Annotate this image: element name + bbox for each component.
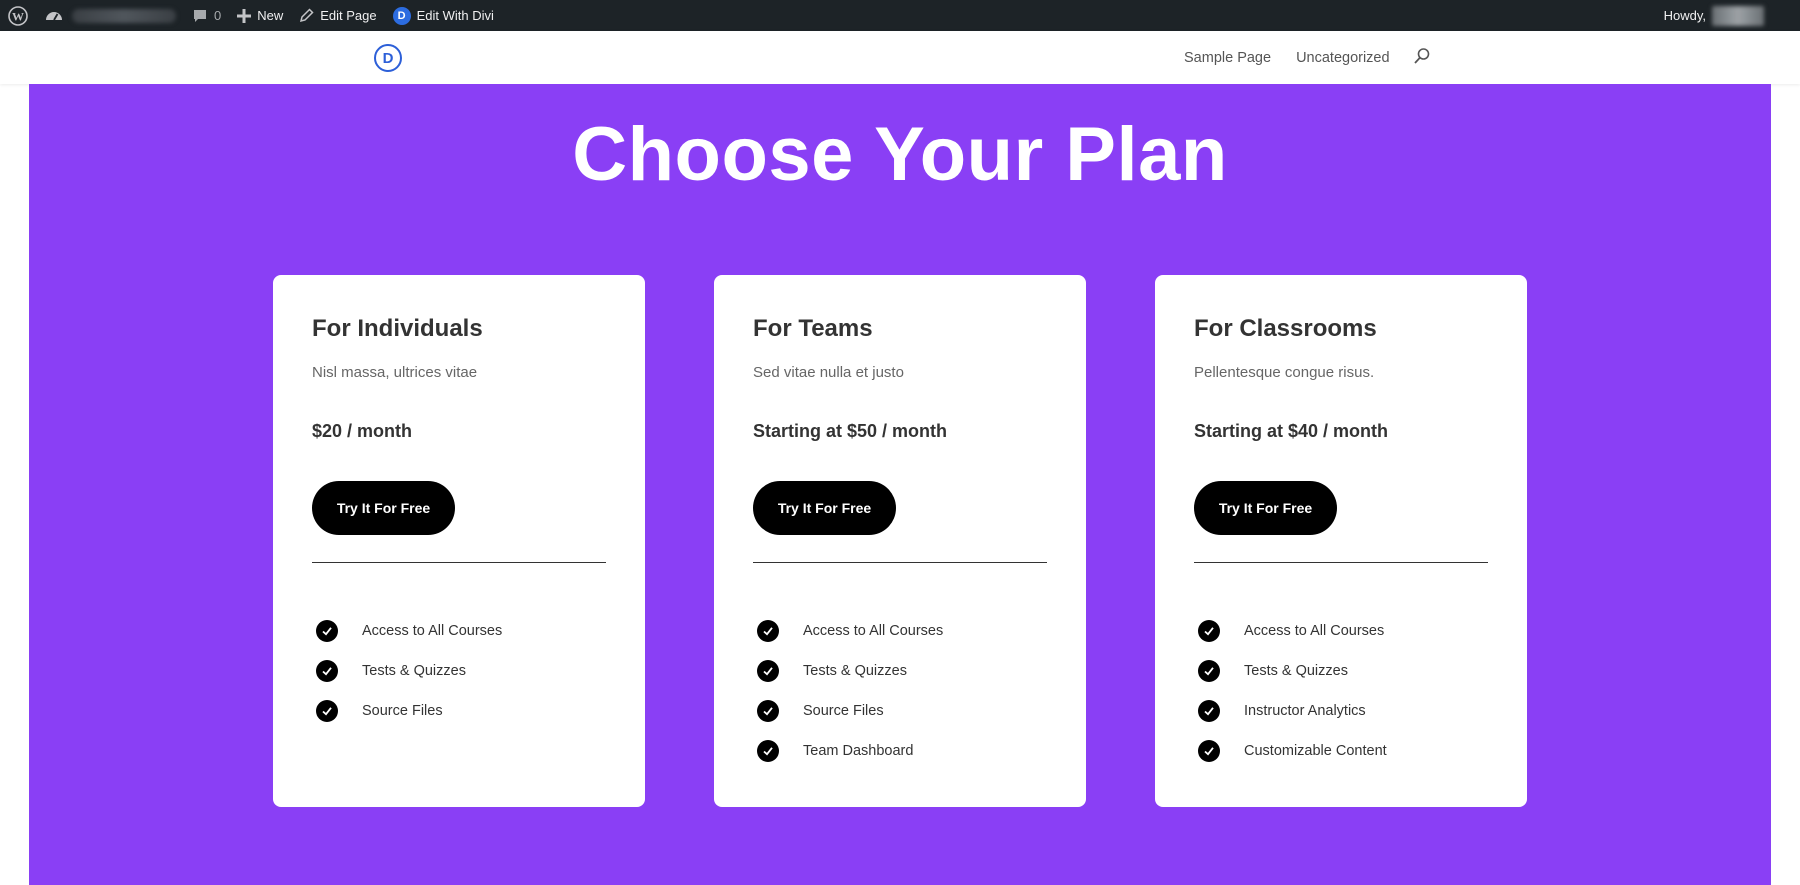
plan-price: Starting at $40 / month xyxy=(1194,420,1389,441)
username-redacted xyxy=(1712,5,1764,26)
feature-item: Source Files xyxy=(753,691,1047,731)
plan-card-individuals: For Individuals Nisl massa, ultrices vit… xyxy=(273,275,645,807)
pencil-icon xyxy=(300,8,314,23)
admin-bar: W 0 New Edit Page D Edit With Divi Howdy… xyxy=(0,0,1800,31)
svg-text:W: W xyxy=(12,9,24,23)
plan-price: $20 / month xyxy=(312,420,413,441)
feature-item: Access to All Courses xyxy=(1194,611,1488,651)
feature-item: Access to All Courses xyxy=(753,611,1047,651)
wordpress-icon: W xyxy=(8,5,28,26)
edit-page-label: Edit Page xyxy=(320,8,377,23)
check-icon xyxy=(757,659,779,682)
feature-label: Access to All Courses xyxy=(362,622,503,639)
check-icon xyxy=(757,619,779,642)
account-menu[interactable]: Howdy, xyxy=(1663,5,1800,26)
plan-price: Starting at $50 / month xyxy=(753,420,948,441)
feature-label: Customizable Content xyxy=(1244,742,1387,759)
divider xyxy=(1194,561,1488,563)
plan-subtitle: Pellentesque congue risus. xyxy=(1194,363,1375,381)
check-icon xyxy=(757,739,779,762)
new-content-button[interactable]: New xyxy=(229,0,291,31)
plus-icon xyxy=(237,8,252,23)
feature-label: Tests & Quizzes xyxy=(803,662,907,679)
divider xyxy=(753,561,1047,563)
dashboard-gauge-icon xyxy=(46,11,62,20)
comments-button[interactable]: 0 xyxy=(184,0,229,31)
feature-item: Tests & Quizzes xyxy=(1194,651,1488,691)
new-label: New xyxy=(257,8,284,23)
plan-subtitle: Nisl massa, ultrices vitae xyxy=(312,363,478,381)
site-logo[interactable]: D xyxy=(374,44,402,72)
feature-label: Team Dashboard xyxy=(803,742,914,759)
check-icon xyxy=(1198,739,1220,762)
check-icon xyxy=(316,699,338,722)
nav-link-sample-page[interactable]: Sample Page xyxy=(1184,50,1271,66)
check-icon xyxy=(757,699,779,722)
feature-label: Source Files xyxy=(362,702,443,719)
comment-bubble-icon xyxy=(194,9,206,22)
feature-item: Team Dashboard xyxy=(753,731,1047,771)
plan-title: For Teams xyxy=(753,315,873,342)
wordpress-logo-button[interactable]: W xyxy=(0,0,36,31)
pricing-section: Choose Your Plan For Individuals Nisl ma… xyxy=(29,84,1771,885)
feature-label: Tests & Quizzes xyxy=(1244,662,1348,679)
edit-page-button[interactable]: Edit Page xyxy=(291,0,384,31)
feature-label: Access to All Courses xyxy=(1244,622,1385,639)
try-free-button[interactable]: Try It For Free xyxy=(753,480,896,535)
feature-item: Tests & Quizzes xyxy=(312,651,606,691)
nav-link-uncategorized[interactable]: Uncategorized xyxy=(1296,50,1390,66)
site-name-redacted xyxy=(72,8,176,23)
plan-title: For Individuals xyxy=(312,315,483,342)
feature-item: Customizable Content xyxy=(1194,731,1488,771)
feature-list: Access to All Courses Tests & Quizzes So… xyxy=(312,611,606,731)
site-header: D Sample Page Uncategorized xyxy=(0,31,1800,84)
feature-label: Tests & Quizzes xyxy=(362,662,466,679)
divi-logo-icon: D xyxy=(392,6,411,25)
feature-item: Source Files xyxy=(312,691,606,731)
main-nav: Sample Page Uncategorized xyxy=(1184,31,1431,84)
check-icon xyxy=(1198,619,1220,642)
feature-label: Access to All Courses xyxy=(803,622,944,639)
feature-list: Access to All Courses Tests & Quizzes In… xyxy=(1194,611,1488,771)
page-title: Choose Your Plan xyxy=(572,112,1228,197)
edit-with-divi-label: Edit With Divi xyxy=(416,8,494,23)
check-icon xyxy=(1198,699,1220,722)
plan-card-teams: For Teams Sed vitae nulla et justo Start… xyxy=(714,275,1086,807)
plan-title: For Classrooms xyxy=(1194,315,1377,342)
plan-subtitle: Sed vitae nulla et justo xyxy=(753,363,904,381)
feature-label: Instructor Analytics xyxy=(1244,702,1366,719)
try-free-button[interactable]: Try It For Free xyxy=(1194,480,1337,535)
check-icon xyxy=(316,619,338,642)
feature-item: Tests & Quizzes xyxy=(753,651,1047,691)
feature-item: Instructor Analytics xyxy=(1194,691,1488,731)
feature-item: Access to All Courses xyxy=(312,611,606,651)
plan-card-classrooms: For Classrooms Pellentesque congue risus… xyxy=(1155,275,1527,807)
feature-label: Source Files xyxy=(803,702,884,719)
divider xyxy=(312,561,606,563)
edit-with-divi-button[interactable]: D Edit With Divi xyxy=(385,0,502,31)
check-icon xyxy=(1198,659,1220,682)
howdy-label: Howdy, xyxy=(1663,8,1706,23)
search-icon[interactable] xyxy=(1413,47,1431,69)
comment-count: 0 xyxy=(214,8,222,23)
feature-list: Access to All Courses Tests & Quizzes So… xyxy=(753,611,1047,771)
try-free-button[interactable]: Try It For Free xyxy=(312,480,455,535)
check-icon xyxy=(316,659,338,682)
site-name-menu[interactable] xyxy=(36,0,184,31)
